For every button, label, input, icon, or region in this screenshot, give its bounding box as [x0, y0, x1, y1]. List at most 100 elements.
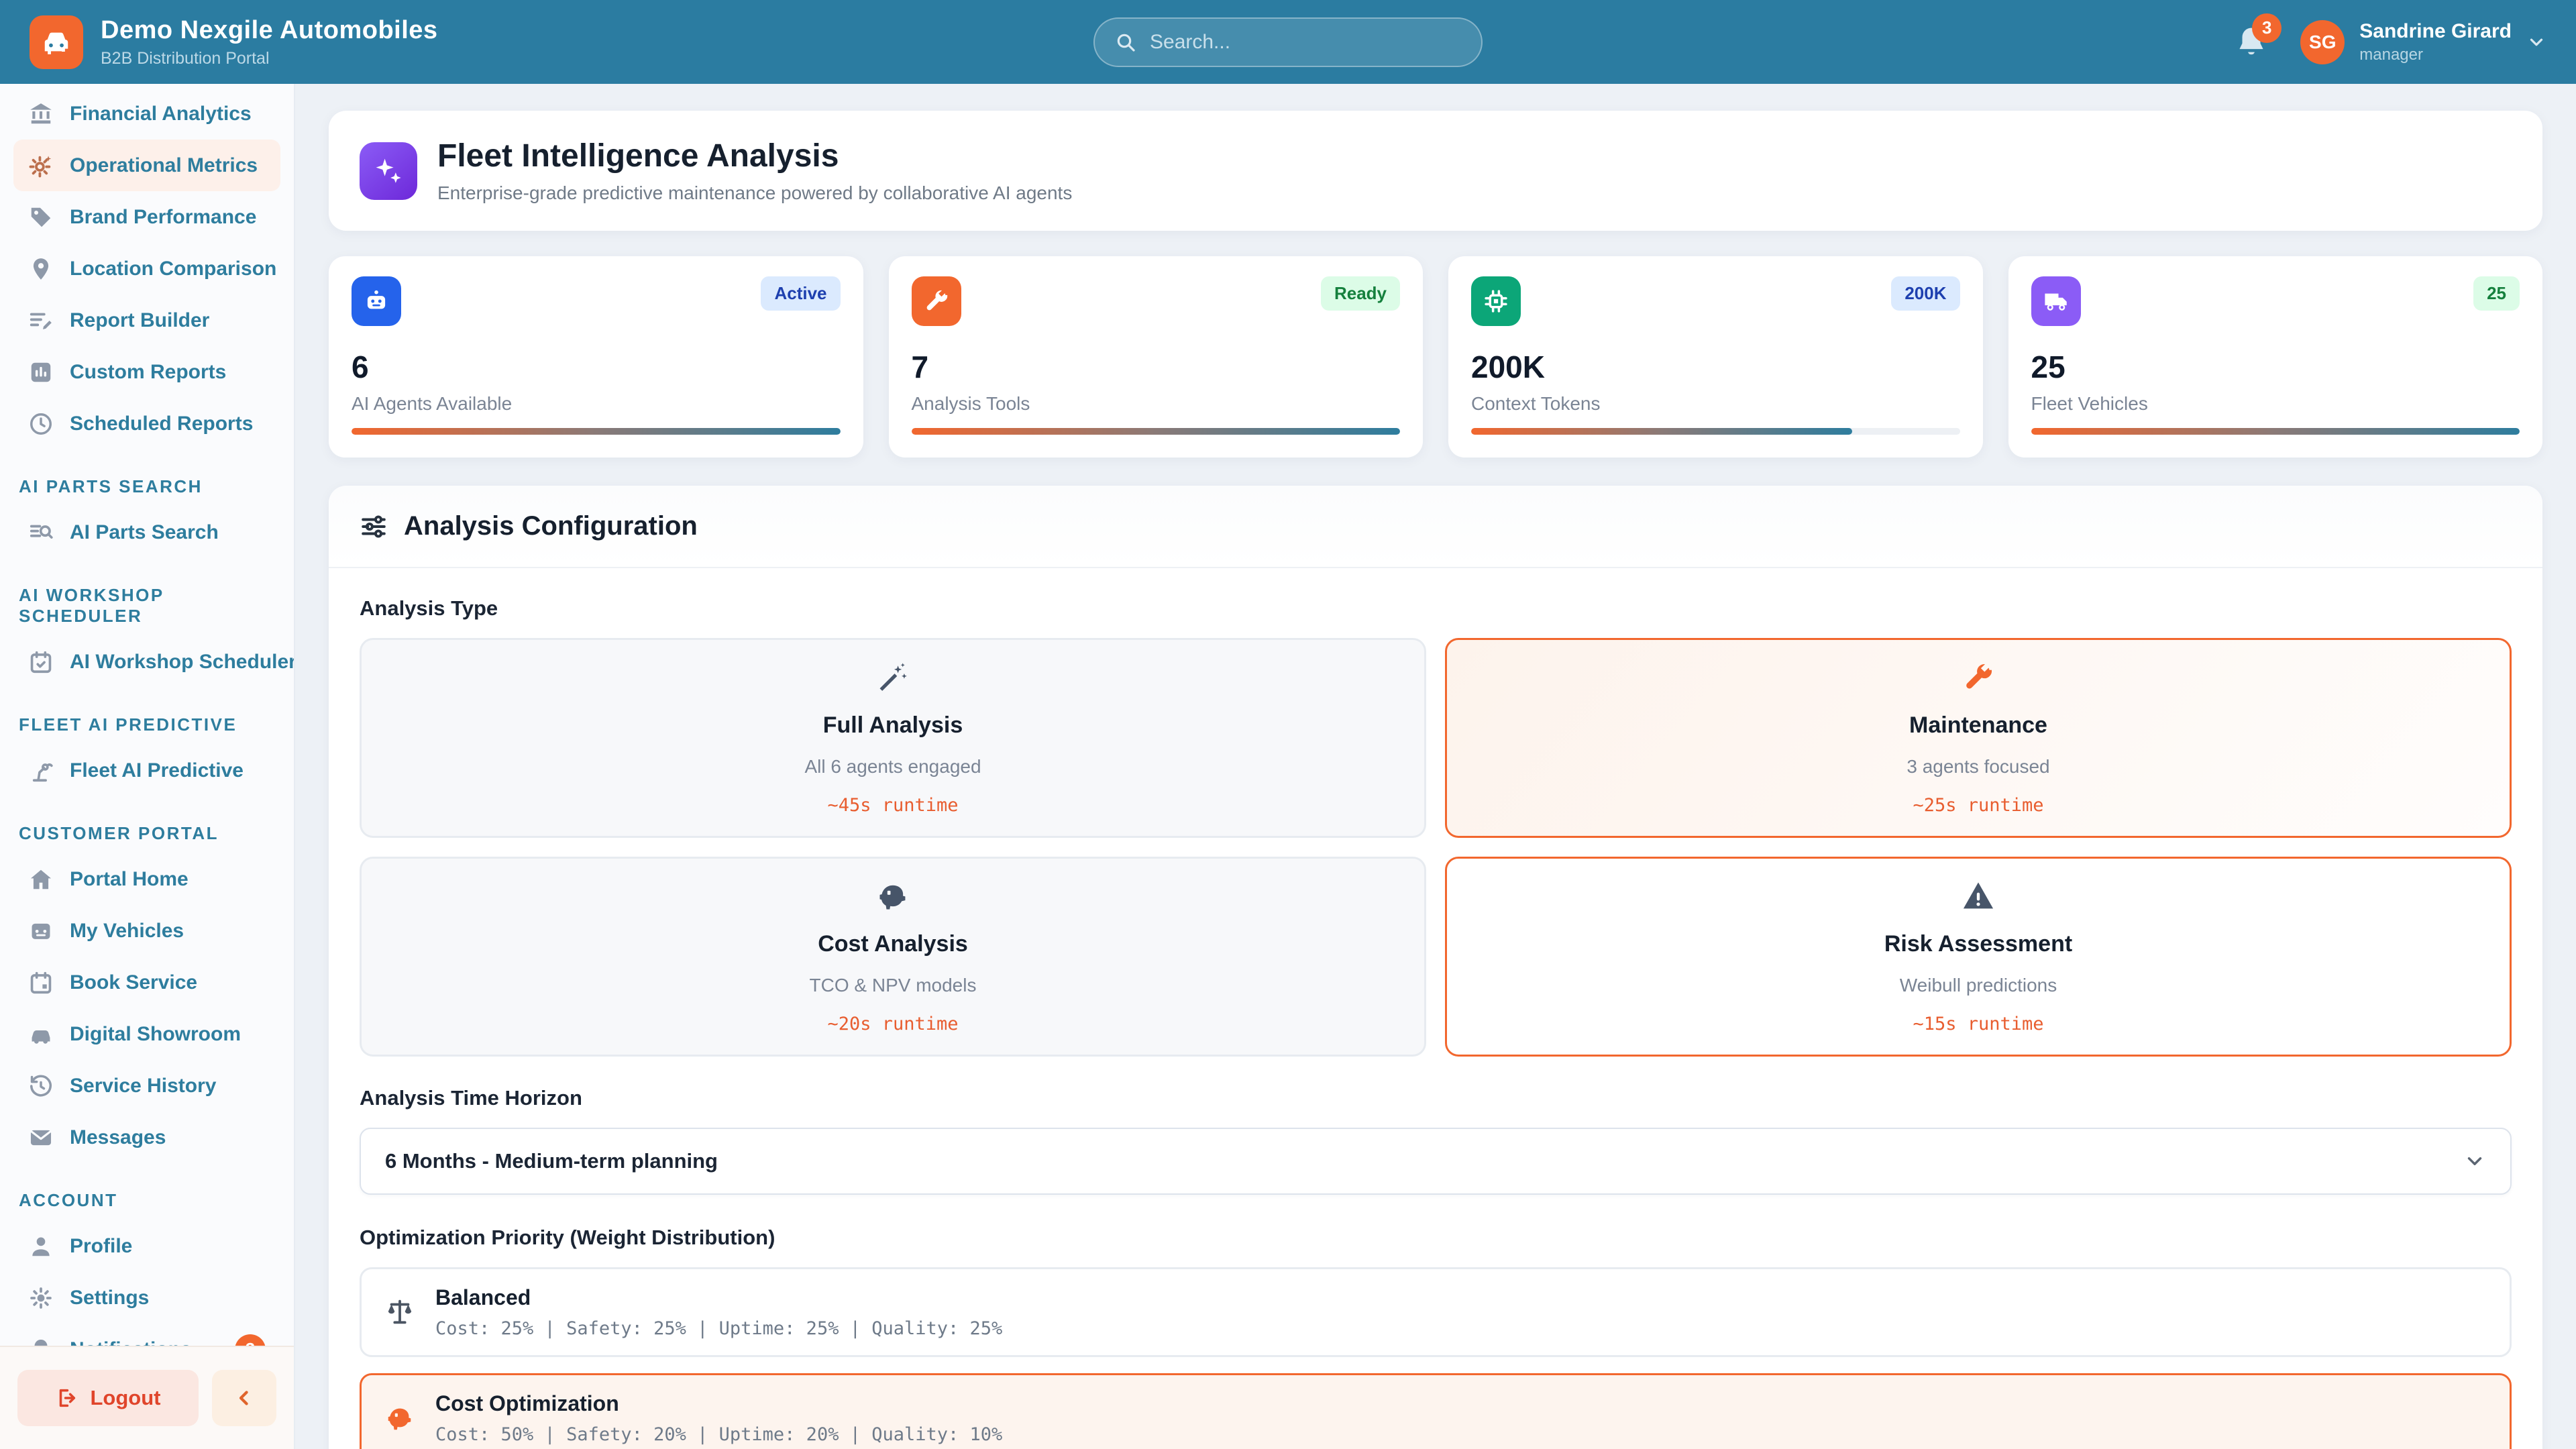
user-role: manager: [2359, 46, 2512, 64]
stat-card-analysis-tools: Ready 7 Analysis Tools: [889, 256, 1424, 458]
map-pin-icon: [28, 256, 54, 282]
page-title: Fleet Intelligence Analysis: [437, 138, 1072, 174]
wrench-icon: [912, 276, 961, 326]
type-card-full-analysis[interactable]: Full Analysis All 6 agents engaged ~45s …: [360, 638, 1426, 838]
sidebar-collapse-button[interactable]: [212, 1370, 276, 1426]
sidebar-item-ai-workshop-scheduler[interactable]: AI Workshop Scheduler: [13, 636, 280, 688]
status-badge: Ready: [1321, 276, 1400, 311]
config-title: Analysis Configuration: [404, 511, 698, 541]
stat-value: 6: [352, 349, 841, 385]
sidebar-item-settings[interactable]: Settings: [13, 1272, 280, 1324]
scales-icon: [384, 1297, 415, 1328]
main-content: Fleet Intelligence Analysis Enterprise-g…: [295, 84, 2576, 1449]
sidebar-item-fleet-ai-predictive[interactable]: Fleet AI Predictive: [13, 745, 280, 796]
home-icon: [28, 867, 54, 892]
history-icon: [28, 1073, 54, 1099]
tag-icon: [28, 205, 54, 230]
analysis-type-label: Analysis Type: [360, 596, 2512, 621]
calendar-check-icon: [28, 649, 54, 675]
notifications-button[interactable]: 3: [2233, 24, 2269, 60]
car-logo-icon: [41, 27, 72, 58]
search-input[interactable]: [1150, 31, 1461, 54]
hero-banner: Fleet Intelligence Analysis Enterprise-g…: [329, 111, 2542, 231]
sidebar-item-ai-parts-search[interactable]: AI Parts Search: [13, 506, 280, 558]
chevron-left-icon: [233, 1387, 256, 1409]
truck-icon: [2031, 276, 2081, 326]
sidebar-item-scheduled-reports[interactable]: Scheduled Reports: [13, 398, 280, 449]
notifications-count-badge: 3: [235, 1334, 266, 1346]
clock-icon: [28, 411, 54, 437]
calendar-icon: [28, 970, 54, 996]
stats-row: Active 6 AI Agents Available Ready 7 Ana…: [329, 256, 2542, 458]
section-ai-parts-search: AI PARTS SEARCH: [19, 476, 275, 497]
sidebar-item-report-builder[interactable]: Report Builder: [13, 294, 280, 346]
stat-card-ai-agents: Active 6 AI Agents Available: [329, 256, 863, 458]
status-badge: 25: [2473, 276, 2520, 311]
sidebar-footer: Logout: [0, 1346, 294, 1449]
progress-bar: [912, 428, 1401, 435]
stat-value: 7: [912, 349, 1401, 385]
sidebar-item-notifications[interactable]: Notifications 3: [13, 1324, 280, 1346]
piggy-bank-icon: [875, 879, 910, 914]
app-subtitle: B2B Distribution Portal: [101, 49, 438, 68]
section-ai-workshop-scheduler: AI WORKSHOP SCHEDULER: [19, 585, 275, 627]
wrench-icon: [1961, 660, 1996, 695]
user-icon: [28, 1234, 54, 1259]
sidebar-item-service-history[interactable]: Service History: [13, 1060, 280, 1112]
sidebar: Financial Analytics Operational Metrics …: [0, 84, 295, 1449]
time-horizon-label: Analysis Time Horizon: [360, 1086, 2512, 1110]
section-fleet-ai-predictive: FLEET AI PREDICTIVE: [19, 714, 275, 735]
priority-option-cost-optimization[interactable]: Cost Optimization Cost: 50% | Safety: 20…: [360, 1373, 2512, 1449]
chevron-down-icon: [2463, 1150, 2486, 1173]
sidebar-item-messages[interactable]: Messages: [13, 1112, 280, 1163]
priority-option-balanced[interactable]: Balanced Cost: 25% | Safety: 25% | Uptim…: [360, 1267, 2512, 1357]
warning-triangle-icon: [1961, 879, 1996, 914]
stat-label: Context Tokens: [1471, 393, 1960, 415]
config-header: Analysis Configuration: [329, 486, 2542, 568]
sidebar-nav: Financial Analytics Operational Metrics …: [0, 84, 294, 1346]
user-menu[interactable]: SG Sandrine Girard manager: [2300, 20, 2546, 64]
notification-badge: 3: [2252, 13, 2282, 43]
bar-chart-icon: [28, 360, 54, 385]
stat-value: 200K: [1471, 349, 1960, 385]
progress-bar: [1471, 428, 1852, 435]
stat-card-fleet-vehicles: 25 25 Fleet Vehicles: [2008, 256, 2543, 458]
sidebar-item-book-service[interactable]: Book Service: [13, 957, 280, 1008]
sidebar-item-portal-home[interactable]: Portal Home: [13, 853, 280, 905]
robot-icon: [352, 276, 401, 326]
gear-icon: [28, 1285, 54, 1311]
stat-value: 25: [2031, 349, 2520, 385]
user-name: Sandrine Girard: [2359, 20, 2512, 43]
sidebar-item-my-vehicles[interactable]: My Vehicles: [13, 905, 280, 957]
gear-sparkle-icon: [28, 153, 54, 178]
sidebar-item-digital-showroom[interactable]: Digital Showroom: [13, 1008, 280, 1060]
type-card-risk-assessment[interactable]: Risk Assessment Weibull predictions ~15s…: [1445, 857, 2512, 1057]
brand: Demo Nexgile Automobiles B2B Distributio…: [30, 15, 438, 69]
type-card-cost-analysis[interactable]: Cost Analysis TCO & NPV models ~20s runt…: [360, 857, 1426, 1057]
sidebar-item-operational-metrics[interactable]: Operational Metrics: [13, 140, 280, 191]
page-subtitle: Enterprise-grade predictive maintenance …: [437, 182, 1072, 204]
sidebar-item-location-comparison[interactable]: Location Comparison: [13, 243, 280, 294]
section-customer-portal: CUSTOMER PORTAL: [19, 823, 275, 844]
logout-button[interactable]: Logout: [17, 1370, 199, 1426]
sidebar-item-custom-reports[interactable]: Custom Reports: [13, 346, 280, 398]
progress-bar: [2031, 428, 2520, 435]
mail-icon: [28, 1125, 54, 1150]
sidebar-item-profile[interactable]: Profile: [13, 1220, 280, 1272]
chevron-down-icon: [2526, 32, 2546, 52]
car-front-icon: [28, 918, 54, 944]
logout-icon: [55, 1387, 78, 1409]
sidebar-item-brand-performance[interactable]: Brand Performance: [13, 191, 280, 243]
type-card-maintenance[interactable]: Maintenance 3 agents focused ~25s runtim…: [1445, 638, 2512, 838]
bell-icon: [28, 1337, 54, 1346]
sidebar-item-financial-analytics[interactable]: Financial Analytics: [13, 88, 280, 140]
sparkles-icon: [360, 142, 417, 200]
top-header: Demo Nexgile Automobiles B2B Distributio…: [0, 0, 2576, 84]
section-account: ACCOUNT: [19, 1190, 275, 1211]
time-horizon-select[interactable]: 6 Months - Medium-term planning: [360, 1128, 2512, 1195]
progress-bar: [352, 428, 841, 435]
global-search[interactable]: [1093, 17, 1483, 67]
analysis-type-grid: Full Analysis All 6 agents engaged ~45s …: [360, 638, 2512, 1057]
piggy-bank-icon: [384, 1403, 415, 1434]
analysis-configuration-card: Analysis Configuration Analysis Type Ful…: [329, 486, 2542, 1449]
